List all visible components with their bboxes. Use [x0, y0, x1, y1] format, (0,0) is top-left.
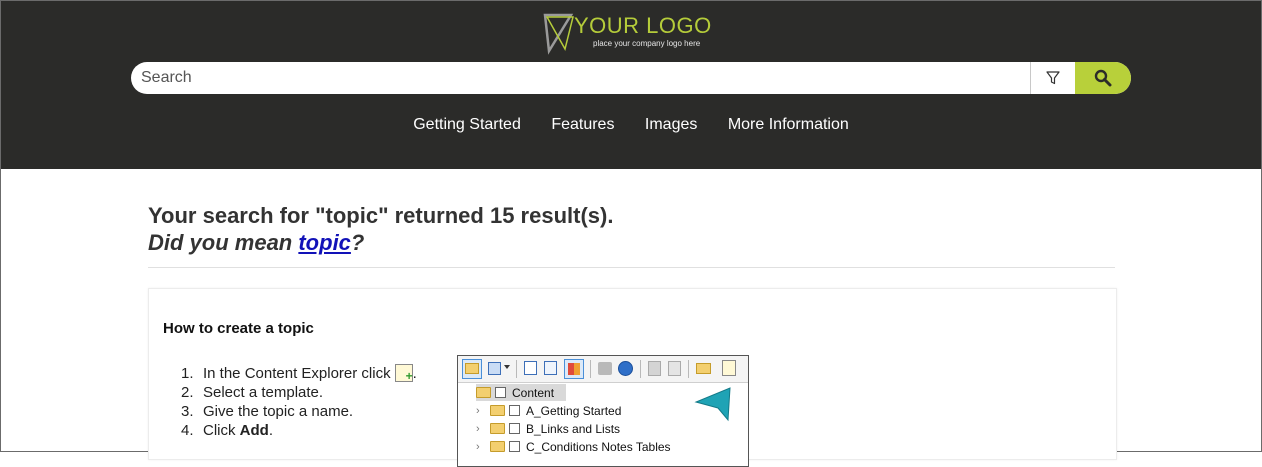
folder-icon [465, 363, 479, 374]
step-number: 2. [181, 384, 194, 401]
dropdown-arrow-icon [504, 365, 510, 369]
step-text: In the Content Explorer click [203, 365, 391, 382]
nav-images[interactable]: Images [645, 116, 697, 133]
cut-icon [598, 362, 612, 375]
new-topic-icon [394, 364, 413, 386]
folder-icon [490, 405, 505, 416]
toolbar-separator [516, 360, 517, 378]
step-number: 1. [181, 365, 194, 382]
list-item: 3. Give the topic a name. [181, 402, 417, 421]
chevron-right-icon: › [476, 422, 480, 435]
content-explorer-image: Content › A_Getting Started › B_Links an… [457, 355, 749, 467]
tree-item-content: Content [476, 384, 566, 401]
search-bar [131, 62, 1131, 94]
tree-item-label: Content [512, 385, 555, 400]
document-icon [668, 361, 681, 376]
toolbar-separator [590, 360, 591, 378]
did-you-mean-prefix: Did you mean [148, 230, 299, 255]
new-topic-icon [722, 360, 736, 376]
logo-title: YOUR LOGO [574, 13, 712, 38]
checkbox-icon [509, 405, 520, 416]
list-item: 4. Click Add. [181, 421, 417, 440]
step-bold-text: Add [239, 422, 269, 439]
checkbox-icon [495, 387, 506, 398]
step-number: 3. [181, 403, 194, 420]
header: YOUR LOGO place your company logo here G… [1, 1, 1261, 169]
pointer-arrow-icon [694, 387, 731, 422]
folder-icon [490, 441, 505, 452]
did-you-mean: Did you mean topic? [148, 230, 364, 256]
edit-icon [648, 361, 661, 376]
checkbox-icon [509, 441, 520, 452]
tree-item-label: B_Links and Lists [526, 421, 621, 436]
search-icon [1094, 69, 1112, 87]
step-text: Click [203, 422, 240, 439]
chevron-right-icon: › [476, 440, 480, 453]
did-you-mean-suffix: ? [350, 230, 365, 255]
logo-mark-icon [543, 13, 574, 55]
logo-subtitle: place your company logo here [593, 39, 701, 48]
view-icon [488, 362, 501, 375]
main-nav: Getting Started Features Images More Inf… [1, 116, 1261, 134]
step-text-end: . [412, 365, 417, 382]
chevron-right-icon: › [476, 404, 480, 417]
nav-getting-started[interactable]: Getting Started [413, 116, 521, 133]
search-result: How to create a topic 1. In the Content … [148, 288, 1117, 467]
toolbar-separator [640, 360, 641, 378]
step-text: Select a template. [203, 384, 324, 401]
folder-icon [490, 423, 505, 434]
color-grid-icon [568, 363, 580, 375]
toolbar-separator [688, 360, 689, 378]
tree-item: › C_Conditions Notes Tables [476, 438, 671, 455]
tree-item-label: C_Conditions Notes Tables [526, 439, 671, 454]
suggestion-link[interactable]: topic [298, 230, 351, 255]
tree-item: › A_Getting Started [476, 402, 621, 419]
logo[interactable]: YOUR LOGO place your company logo here [543, 11, 723, 55]
new-folder-icon [696, 363, 711, 374]
checkbox-icon [509, 423, 520, 434]
filter-button[interactable] [1030, 62, 1075, 94]
search-input[interactable] [131, 62, 1029, 94]
result-steps: 1. In the Content Explorer click. 2. Sel… [181, 364, 417, 440]
tree-item-label: A_Getting Started [526, 403, 622, 418]
paste-icon [544, 361, 557, 375]
search-button[interactable] [1075, 62, 1131, 94]
step-text-end: . [268, 422, 274, 439]
divider [148, 267, 1115, 268]
folder-icon [476, 387, 491, 398]
filter-icon [1046, 71, 1060, 85]
list-item: 1. In the Content Explorer click. [181, 364, 417, 386]
copy-icon [524, 361, 537, 375]
list-item: 2. Select a template. [181, 383, 417, 402]
step-text: Give the topic a name. [203, 403, 354, 420]
step-number: 4. [181, 422, 194, 439]
tree-item: › B_Links and Lists [476, 420, 620, 437]
nav-features[interactable]: Features [551, 116, 614, 133]
result-title-link[interactable]: How to create a topic [163, 320, 314, 337]
results-heading: Your search for "topic" returned 15 resu… [148, 203, 614, 228]
explorer-toolbar [458, 356, 748, 383]
nav-more-information[interactable]: More Information [728, 116, 849, 133]
refresh-icon [618, 361, 633, 376]
